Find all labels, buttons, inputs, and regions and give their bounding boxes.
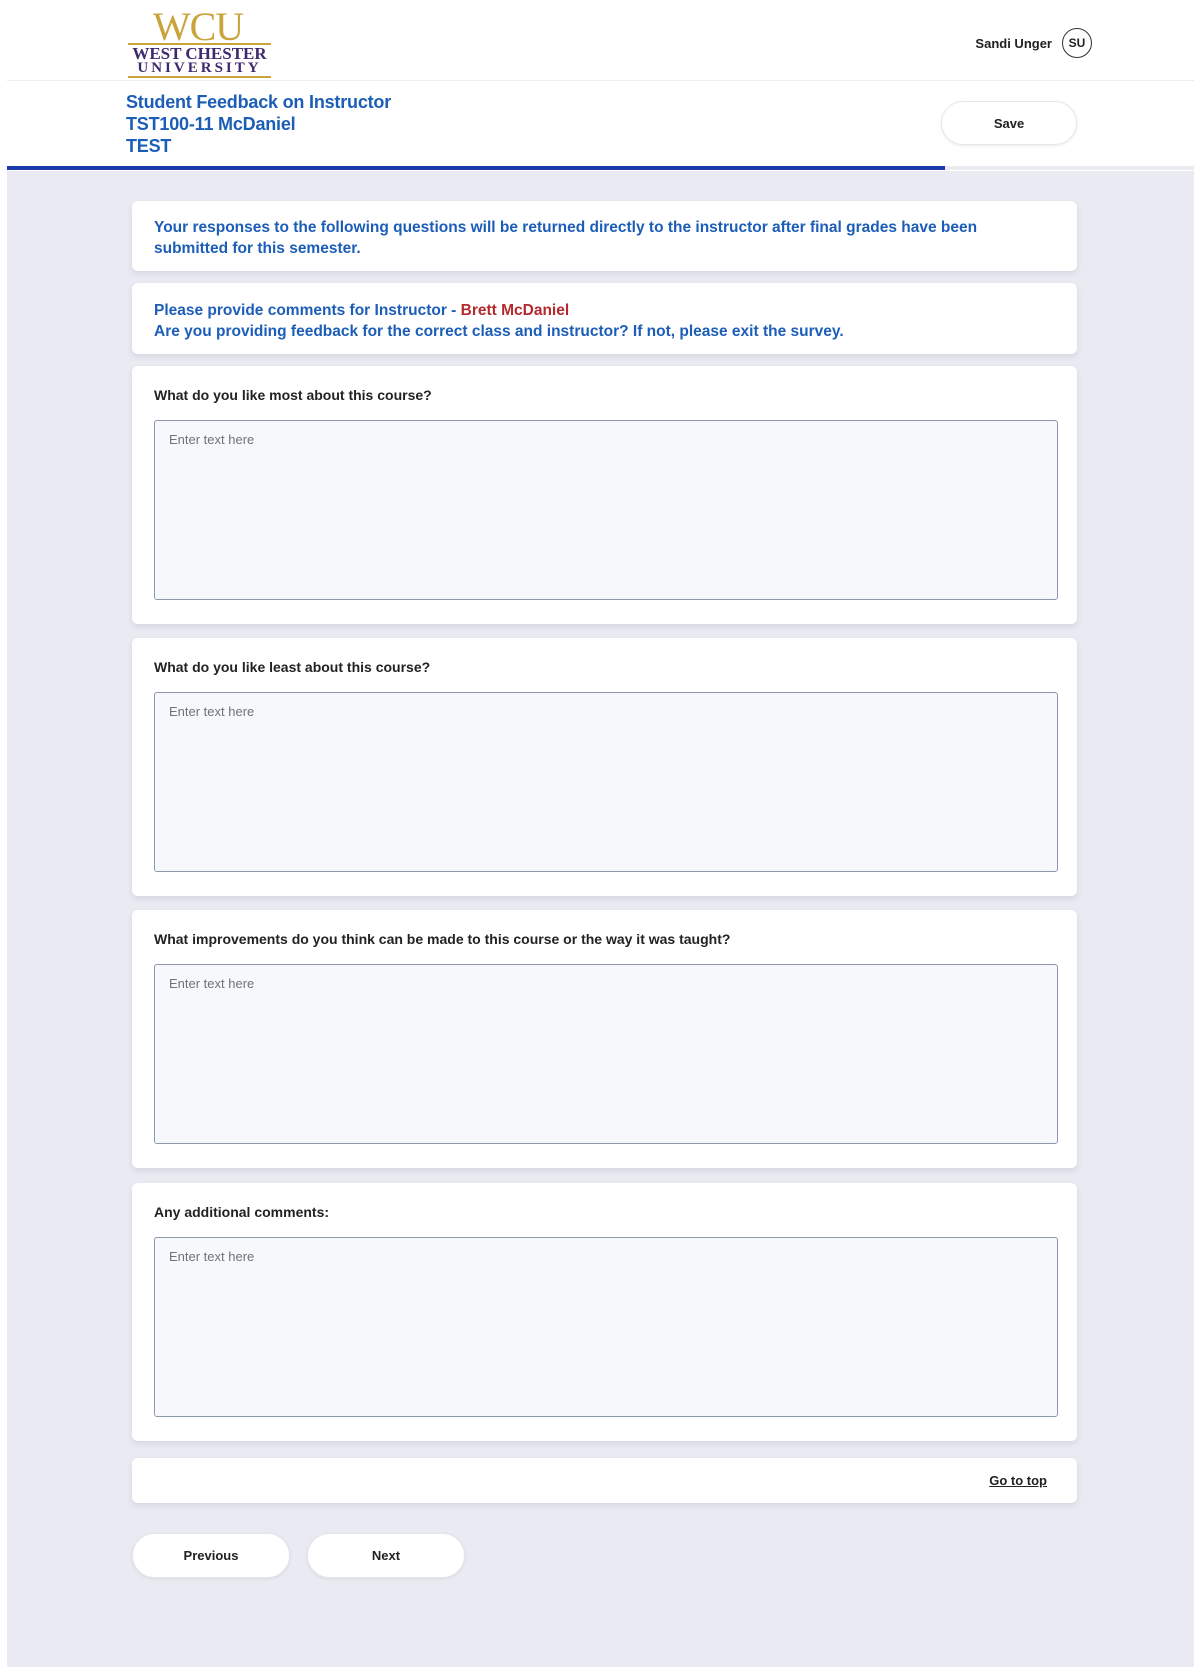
instructor-card: Please provide comments for Instructor -… (132, 283, 1077, 354)
page-frame: WCU WEST CHESTER UNIVERSITY Sandi Unger … (7, 0, 1194, 1667)
question-label: What do you like least about this course… (154, 659, 431, 675)
avatar[interactable]: SU (1062, 28, 1092, 58)
question-card-least: What do you like least about this course… (132, 638, 1077, 896)
title-line-3: TEST (126, 136, 172, 156)
instructor-prompt: Please provide comments for Instructor -… (154, 300, 1057, 342)
previous-button[interactable]: Previous (132, 1533, 290, 1578)
user-menu[interactable]: Sandi Unger SU (975, 28, 1092, 58)
answer-textarea-least[interactable] (154, 692, 1058, 872)
logo-line-2: UNIVERSITY (137, 60, 262, 76)
top-bar: WCU WEST CHESTER UNIVERSITY Sandi Unger … (7, 0, 1194, 81)
go-to-top-link[interactable]: Go to top (989, 1473, 1047, 1488)
user-name: Sandi Unger (975, 35, 1052, 51)
progress-bar (7, 166, 1194, 170)
question-card-improvements: What improvements do you think can be ma… (132, 910, 1077, 1168)
question-label: What improvements do you think can be ma… (154, 931, 731, 947)
question-label: What do you like most about this course? (154, 387, 432, 403)
notice-text: Your responses to the following question… (154, 219, 978, 257)
progress-bar-fill (7, 166, 945, 170)
notice-card: Your responses to the following question… (132, 201, 1077, 271)
page-title: Student Feedback on Instructor TST100-11… (126, 91, 391, 157)
question-card-most: What do you like most about this course? (132, 366, 1077, 624)
question-label: Any additional comments: (154, 1204, 330, 1220)
wcu-logo: WCU WEST CHESTER UNIVERSITY (128, 6, 278, 78)
answer-textarea-most[interactable] (154, 420, 1058, 600)
logo-rule-bottom (128, 76, 271, 78)
instructor-prompt-prefix: Please provide comments for Instructor - (154, 302, 461, 319)
save-button[interactable]: Save (941, 101, 1077, 145)
survey-header: Student Feedback on Instructor TST100-11… (7, 81, 1194, 171)
instructor-confirm: Are you providing feedback for the corre… (154, 323, 844, 340)
footer-card: Go to top (132, 1458, 1077, 1503)
question-card-additional: Any additional comments: (132, 1183, 1077, 1441)
title-line-1: Student Feedback on Instructor (126, 92, 392, 112)
answer-textarea-improvements[interactable] (154, 964, 1058, 1144)
instructor-name: Brett McDaniel (460, 302, 570, 319)
answer-textarea-additional[interactable] (154, 1237, 1058, 1417)
title-line-2: TST100-11 McDaniel (126, 114, 296, 134)
logo-mark: WCU (152, 4, 244, 49)
next-button[interactable]: Next (307, 1533, 465, 1578)
